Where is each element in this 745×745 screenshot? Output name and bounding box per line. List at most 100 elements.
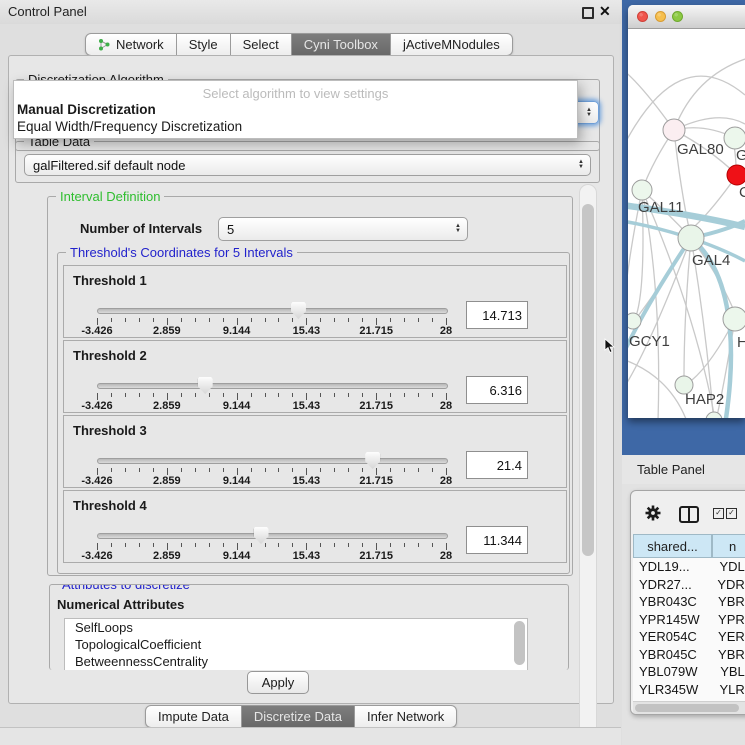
threshold-value-input[interactable]: [466, 451, 528, 479]
minor-tick: [223, 318, 224, 322]
minor-tick: [181, 318, 182, 322]
minor-tick: [390, 393, 391, 397]
attribute-item[interactable]: TopologicalCoefficient: [65, 636, 527, 653]
gear-icon[interactable]: [644, 504, 662, 522]
table-cell[interactable]: YBR045C: [633, 646, 710, 664]
network-node-g[interactable]: [724, 127, 745, 149]
table-row[interactable]: YDL19...YDL1: [633, 558, 745, 576]
table-cell[interactable]: YDR27...: [633, 576, 709, 594]
zoom-traffic-light[interactable]: [672, 11, 683, 22]
major-tick: [97, 468, 98, 475]
threshold-value-input[interactable]: [466, 526, 528, 554]
table-hscrollbar-track[interactable]: [633, 701, 745, 714]
table-cell[interactable]: YBL0: [712, 663, 745, 681]
minor-tick: [292, 468, 293, 472]
minor-tick: [139, 393, 140, 397]
tab-cyni-toolbox[interactable]: Cyni Toolbox: [292, 33, 391, 56]
minor-tick: [195, 318, 196, 322]
minimize-traffic-light[interactable]: [655, 11, 666, 22]
tab-infer-network[interactable]: Infer Network: [355, 705, 457, 728]
table-row[interactable]: YBR043CYBR0: [633, 593, 745, 611]
table-cell[interactable]: YPR1: [710, 611, 745, 629]
combo-arrows-icon: ▲▼: [455, 224, 461, 234]
algorithm-option-equal-width-frequency-discretization[interactable]: Equal Width/Frequency Discretization: [17, 119, 242, 134]
table-row[interactable]: YER054CYER0: [633, 628, 745, 646]
network-node-gal11[interactable]: [632, 180, 652, 200]
panel-scrollbar-thumb[interactable]: [582, 204, 594, 556]
table-cell[interactable]: YER054C: [633, 628, 710, 646]
network-node-gal80[interactable]: [663, 119, 685, 141]
major-tick: [97, 393, 98, 400]
table-cell[interactable]: YER0: [710, 628, 745, 646]
network-graph: GAL80GCGAL11GAL4GCY1HHAP2: [628, 29, 745, 418]
table-cell[interactable]: YDL19...: [633, 558, 711, 576]
float-icon[interactable]: [582, 7, 594, 19]
column-header-shared-name[interactable]: shared...: [633, 534, 712, 558]
table-cell[interactable]: YLR3: [711, 681, 745, 699]
attribute-item[interactable]: BetweennessCentrality: [65, 653, 527, 670]
network-node-c[interactable]: [727, 165, 745, 185]
table-cell[interactable]: YBL079W: [633, 663, 712, 681]
network-node[interactable]: [706, 412, 722, 418]
table-row[interactable]: YBR045CYBR0: [633, 646, 745, 664]
tab-discretize-data[interactable]: Discretize Data: [242, 705, 355, 728]
network-node-h[interactable]: [723, 307, 745, 331]
threshold-value-input[interactable]: [466, 376, 528, 404]
tab-jactivemnodules[interactable]: jActiveMNodules: [391, 33, 513, 56]
minor-tick: [334, 543, 335, 547]
network-node-gal4[interactable]: [678, 225, 704, 251]
column-header-name[interactable]: n: [712, 534, 745, 558]
threshold-slider-thumb[interactable]: [254, 527, 269, 544]
table-hscrollbar-thumb[interactable]: [635, 704, 739, 712]
table-row[interactable]: YBL079WYBL0: [633, 663, 745, 681]
checkbox-icon[interactable]: ✓: [713, 508, 724, 519]
attributes-list-scrollbar[interactable]: [514, 621, 525, 665]
attribute-item[interactable]: SelfLoops: [65, 619, 527, 636]
table-data-combo[interactable]: galFiltered.sif default node ▲▼: [24, 154, 591, 176]
checkbox-icon[interactable]: ✓: [726, 508, 737, 519]
major-tick: [376, 393, 377, 400]
minor-tick: [251, 543, 252, 547]
table-cell[interactable]: YPR145W: [633, 611, 710, 629]
table-cell[interactable]: YBR043C: [633, 593, 710, 611]
tick-label: 15.43: [293, 325, 321, 337]
table-cell[interactable]: YDR2: [709, 576, 745, 594]
threshold-value-input[interactable]: [466, 301, 528, 329]
threshold-slider-track[interactable]: [97, 458, 448, 464]
tick-label: 2.859: [153, 400, 181, 412]
table-cell[interactable]: YBR0: [710, 646, 745, 664]
tab-impute-data[interactable]: Impute Data: [145, 705, 242, 728]
tab-network[interactable]: Network: [85, 33, 177, 56]
threshold-slider-thumb[interactable]: [198, 377, 213, 394]
number-of-intervals-label: Number of Intervals: [80, 221, 202, 236]
table-row[interactable]: YPR145WYPR1: [633, 611, 745, 629]
network-canvas[interactable]: GAL80GCGAL11GAL4GCY1HHAP2: [628, 29, 745, 418]
table-row[interactable]: YDR27...YDR2: [633, 576, 745, 594]
minor-tick: [209, 393, 210, 397]
tab-style[interactable]: Style: [177, 33, 231, 56]
apply-button[interactable]: Apply: [247, 671, 309, 694]
threshold-slider-track[interactable]: [97, 533, 448, 539]
table-cell[interactable]: YBR0: [710, 593, 745, 611]
column-visibility-icon[interactable]: [679, 506, 699, 523]
close-icon[interactable]: ✕: [599, 3, 611, 20]
threshold-panel: Threshold 1 -3.4262.8599.14415.4321.7152…: [63, 265, 567, 338]
table-cell[interactable]: YLR345W: [633, 681, 711, 699]
network-window-titlebar[interactable]: [628, 5, 745, 29]
minor-tick: [139, 543, 140, 547]
threshold-slider-thumb[interactable]: [291, 302, 306, 319]
threshold-slider-track[interactable]: [97, 308, 448, 314]
table-cell[interactable]: YDL1: [711, 558, 745, 576]
minor-tick: [362, 318, 363, 322]
tab-select[interactable]: Select: [231, 33, 292, 56]
threshold-slider-thumb[interactable]: [365, 452, 380, 469]
threshold-slider-track[interactable]: [97, 383, 448, 389]
minor-tick: [320, 393, 321, 397]
close-traffic-light[interactable]: [637, 11, 648, 22]
minor-tick: [209, 468, 210, 472]
network-node-gcy1[interactable]: [628, 313, 641, 329]
number-of-intervals-combo[interactable]: 5 ▲▼: [218, 217, 468, 241]
table-row[interactable]: YLR345WYLR3: [633, 681, 745, 699]
algorithm-option-manual-discretization[interactable]: Manual Discretization: [17, 102, 156, 117]
major-tick: [376, 543, 377, 550]
